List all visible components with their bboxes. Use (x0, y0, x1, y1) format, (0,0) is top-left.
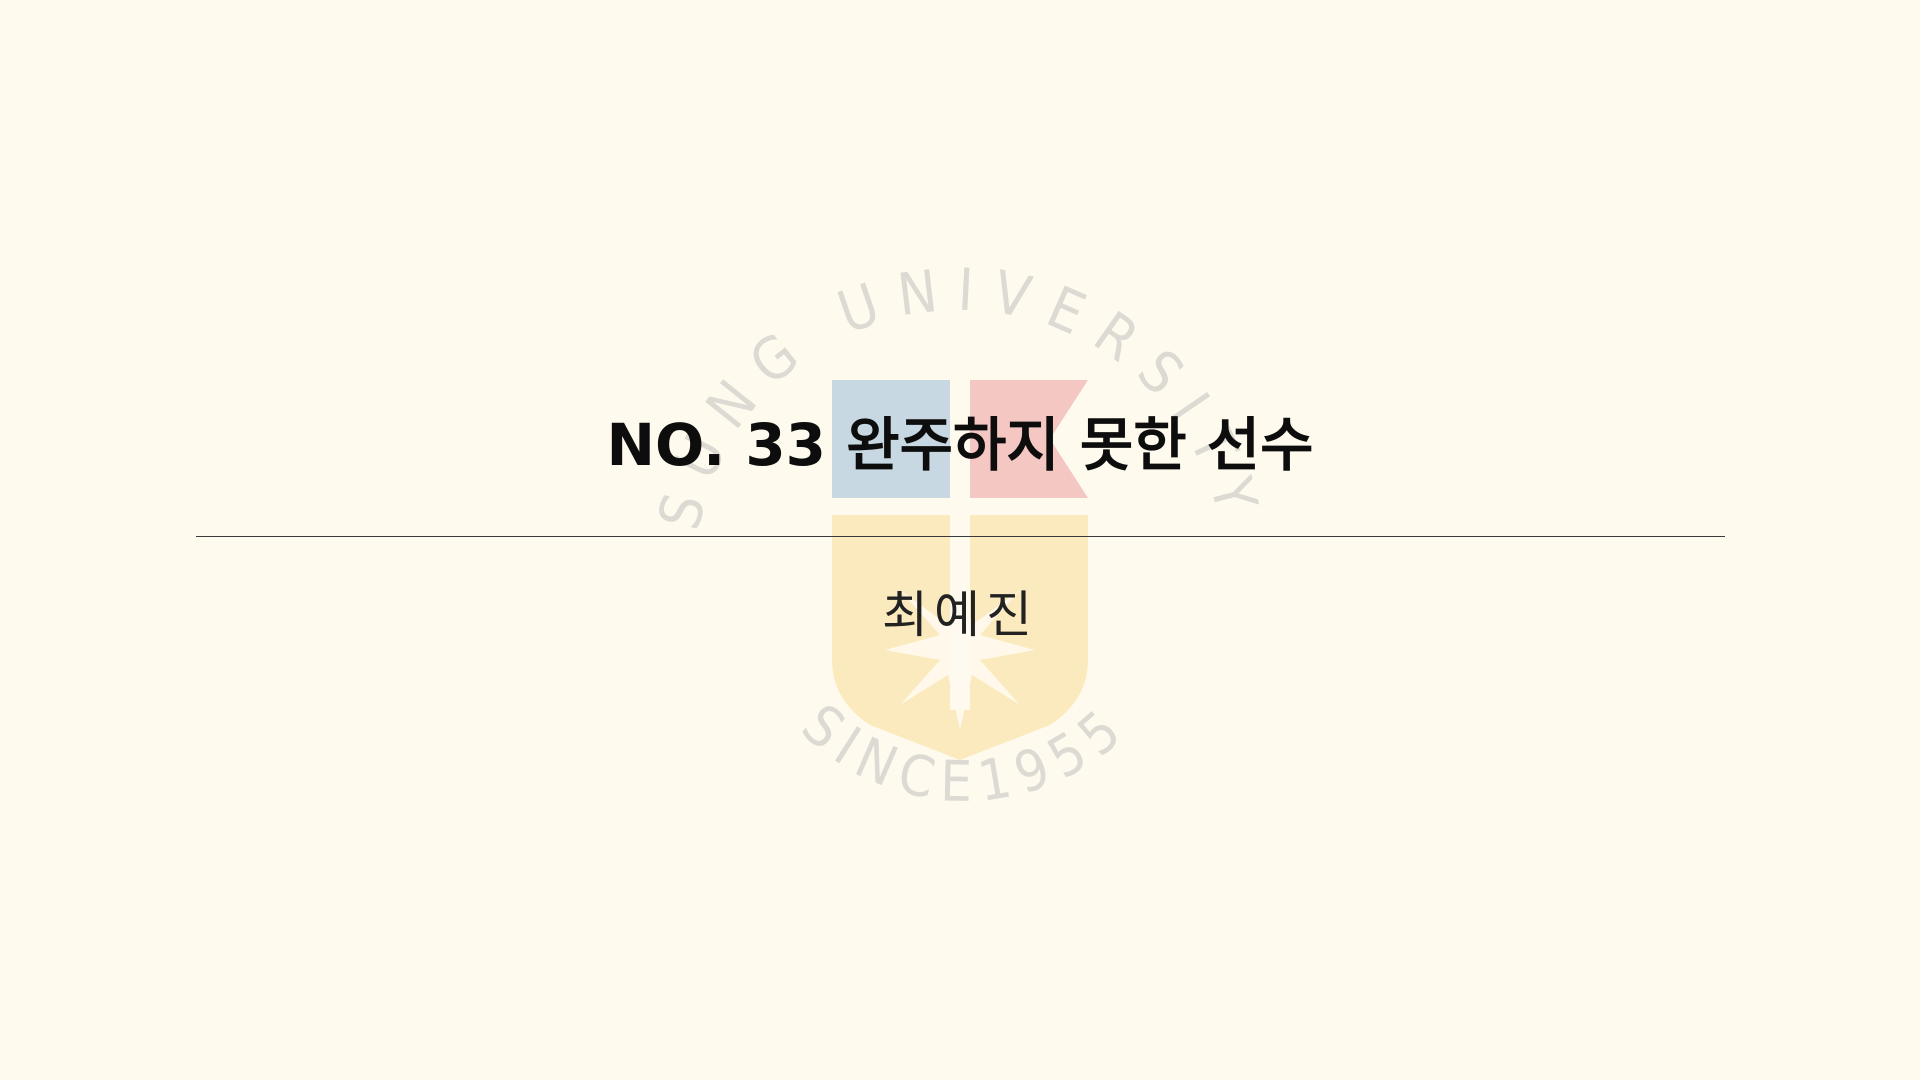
slide-title: NO. 33 완주하지 못한 선수 (606, 411, 1314, 479)
seal-top-text: SUNG UNIVERSITY (645, 255, 1275, 536)
university-seal-watermark: SUNG UNIVERSITY SINCE1955 (645, 255, 1275, 815)
author-name: 최예진 (882, 586, 1038, 644)
slide: SUNG UNIVERSITY SINCE1955 NO. 33 완주하지 못한… (0, 0, 1920, 1080)
title-divider (196, 536, 1725, 537)
